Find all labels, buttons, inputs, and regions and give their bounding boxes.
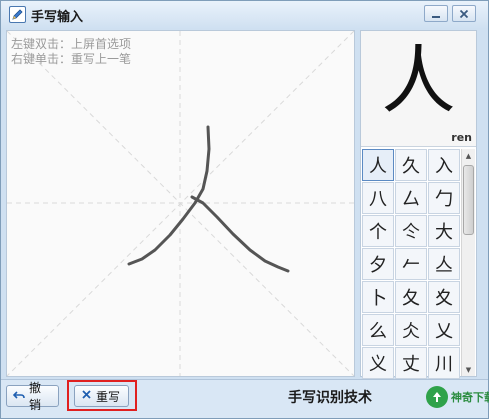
candidate-cell[interactable]: 勹 [428,182,460,214]
minimize-button[interactable] [424,5,448,22]
scroll-thumb[interactable] [463,165,474,235]
preview-box: 人 ren [361,31,476,147]
scroll-down-icon[interactable]: ▼ [462,363,475,376]
title-bar[interactable]: 手写输入 [1,1,488,29]
candidate-cell[interactable]: 厶 [395,182,427,214]
rewrite-label: 重写 [96,389,121,404]
candidate-grid: 人久入八厶勹个仒大夕𠂉亼卜夂夊么仌乂义丈川 [362,149,460,379]
canvas-guides [7,31,354,376]
candidate-cell[interactable]: 久 [395,149,427,181]
hint-right-click: 右键单击：重写上一笔 [11,52,132,66]
candidate-cell[interactable]: 夊 [428,281,460,313]
candidate-cell[interactable]: 入 [428,149,460,181]
candidate-cell[interactable]: 乂 [428,314,460,346]
candidate-panel: 人 ren 人久入八厶勹个仒大夕𠂉亼卜夂夊么仌乂义丈川 ▲ ▼ [360,30,477,379]
scroll-up-icon[interactable]: ▲ [462,149,475,162]
bottom-toolbar: 撤销 重写 手写识别技术 神奇下载 [1,379,489,418]
x-clear-icon [81,389,92,403]
candidate-cell[interactable]: 𠂉 [395,248,427,280]
candidate-cell[interactable]: 八 [362,182,394,214]
handwriting-canvas[interactable]: 左键双击：上屏首选项 右键单击：重写上一笔 [6,30,355,377]
candidate-cell[interactable]: 夕 [362,248,394,280]
ink-stroke-2 [190,195,290,273]
watermark: 神奇下载 [426,386,489,408]
preview-character: 人 [381,38,456,124]
candidate-cell[interactable]: 人 [362,149,394,181]
handwriting-window: 手写输入 左键双击：上屏首选项 右键单击：重写上一笔 人 ren 人 久 入 八… [0,0,489,419]
rewrite-button[interactable]: 重写 [74,385,129,407]
close-icon [459,4,469,23]
candidate-cell[interactable]: 丈 [395,347,427,379]
candidate-cell[interactable]: 义 [362,347,394,379]
candidate-cell[interactable]: 仌 [395,314,427,346]
logo-icon [426,386,448,408]
watermark-text: 神奇下载 [451,391,489,404]
pen-edit-icon [9,6,26,23]
candidate-cell[interactable]: 卜 [362,281,394,313]
candidate-cell[interactable]: 川 [428,347,460,379]
undo-button[interactable]: 撤销 [6,381,59,412]
candidate-scrollbar[interactable]: ▲ ▼ [461,149,475,376]
candidate-cell[interactable]: 亼 [428,248,460,280]
undo-label: 撤销 [29,381,42,412]
footer-title: 手写识别技术 [288,390,372,406]
minimize-icon [431,4,441,23]
candidate-cell[interactable]: 夂 [395,281,427,313]
candidate-cell[interactable]: 个 [362,215,394,247]
undo-arrow-icon [12,389,25,404]
window-title: 手写输入 [31,10,84,25]
candidate-cell[interactable]: 大 [428,215,460,247]
candidate-cell[interactable]: 么 [362,314,394,346]
preview-pinyin: ren [451,131,472,144]
candidate-cell[interactable]: 仒 [395,215,427,247]
close-button[interactable] [452,5,476,22]
